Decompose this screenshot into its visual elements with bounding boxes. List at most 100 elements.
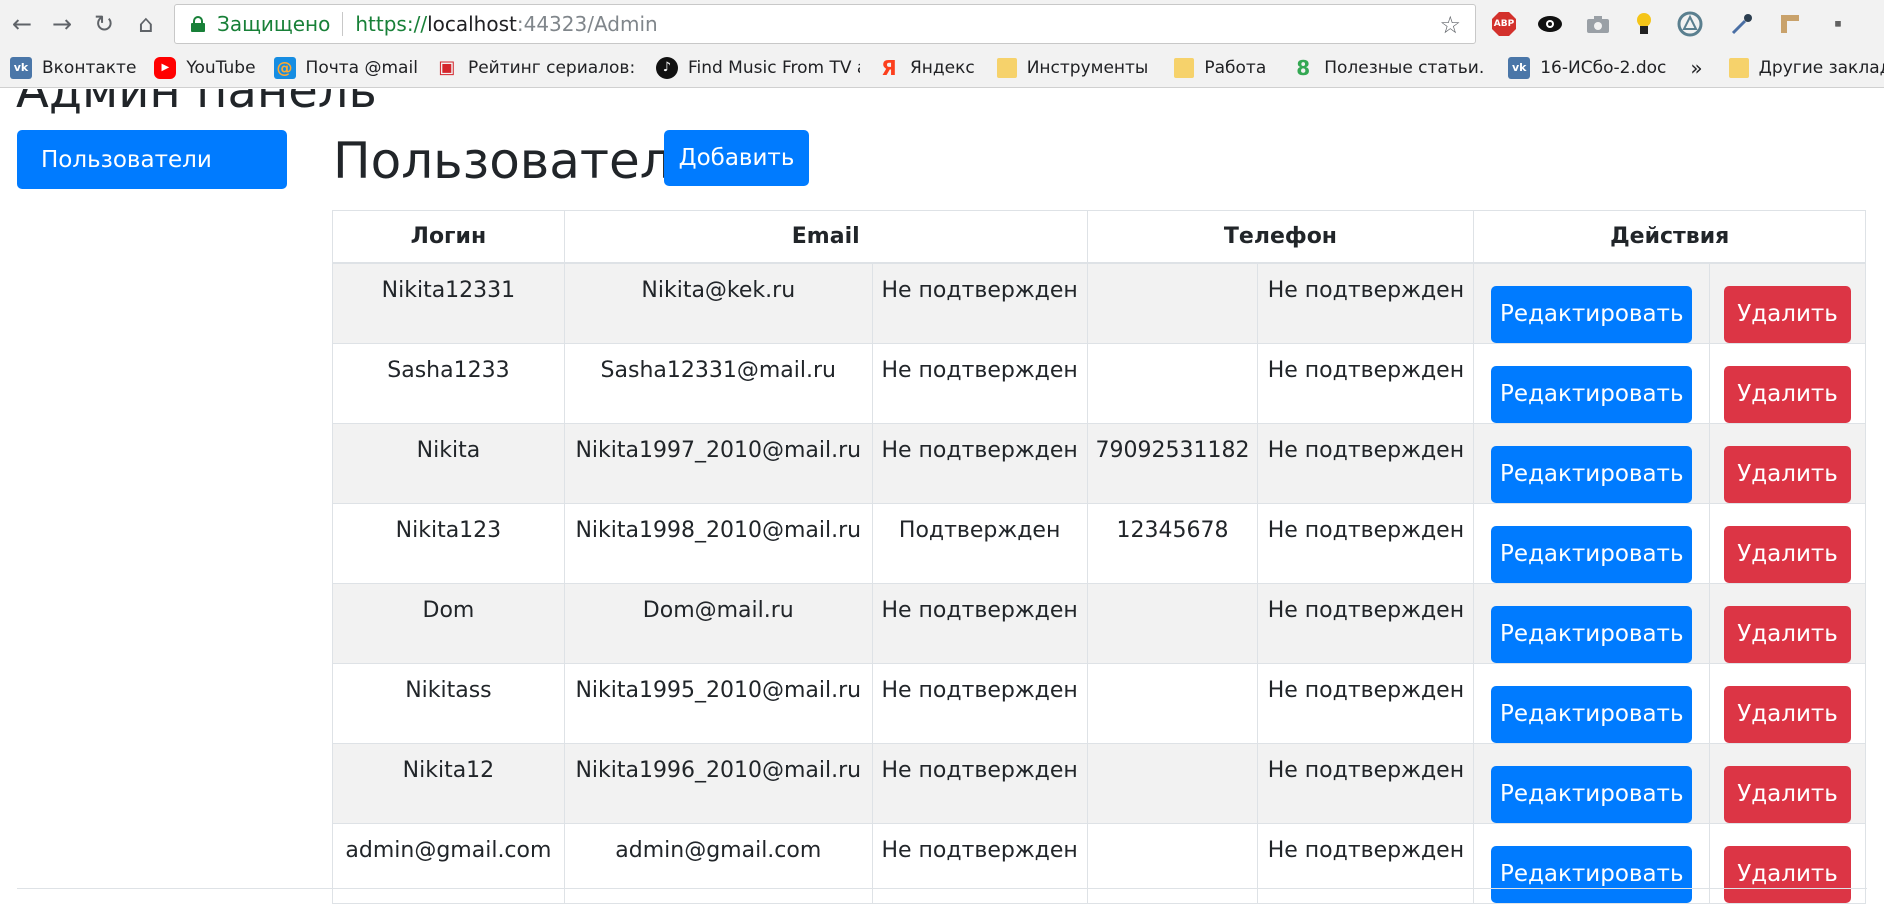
cell-email-status: Не подтвержден [871, 662, 1088, 744]
cell-phone: 79092531182 [1086, 422, 1259, 504]
edit-user-button[interactable]: Редактировать [1491, 685, 1693, 743]
eye-icon[interactable] [1536, 10, 1564, 38]
articles-icon: 8 [1296, 55, 1311, 80]
bookmark-series-rating[interactable]: ▣ Рейтинг сериалов: с [436, 57, 638, 79]
bookmark-label: Вконтакте [42, 57, 137, 78]
bookmark-label: Полезные статьи. Вс [1324, 57, 1490, 78]
folder-icon [996, 57, 1017, 78]
bookmark-folder-work[interactable]: Работа [1174, 57, 1267, 78]
delete-user-button[interactable]: Удалить [1724, 845, 1852, 903]
cell-delete-action: Удалить [1709, 342, 1866, 424]
ruler-icon[interactable] [1776, 10, 1804, 38]
cell-delete-action: Удалить [1709, 742, 1866, 824]
bookmark-articles[interactable]: 8 Полезные статьи. Вс [1292, 55, 1490, 80]
delete-user-button[interactable]: Удалить [1724, 525, 1852, 583]
url-path: :44323/Admin [516, 12, 658, 36]
edit-user-button[interactable]: Редактировать [1491, 525, 1693, 583]
cell-phone [1086, 342, 1259, 424]
header-phone: Телефон [1086, 210, 1475, 264]
delete-user-button[interactable]: Удалить [1724, 285, 1852, 343]
delete-user-button[interactable]: Удалить [1724, 445, 1852, 503]
table-row: Sasha1233 Sasha12331@mail.ru Не подтвержде… [332, 342, 1866, 424]
bookmark-label: Рейтинг сериалов: с [467, 57, 638, 78]
lock-icon [191, 16, 205, 32]
table-row: Nikitass Nikita1995_2010@mail.ru Не подтве… [332, 662, 1866, 744]
cell-email: Nikita1995_2010@mail.ru [563, 662, 873, 744]
music-icon: ♪ [655, 56, 678, 79]
home-icon[interactable]: ⌂ [132, 10, 160, 38]
edit-user-button[interactable]: Редактировать [1491, 845, 1693, 903]
omnibox-divider [342, 12, 344, 36]
cell-edit-action: Редактировать [1473, 262, 1711, 344]
edit-user-button[interactable]: Редактировать [1491, 365, 1693, 423]
url-scheme: https:// [355, 12, 428, 36]
binary-icon-glyph: ▦ [1835, 19, 1841, 29]
address-bar[interactable]: Защищено https://localhost:44323/Admin ☆ [174, 4, 1476, 44]
url-host: localhost [427, 12, 517, 36]
cell-email-status: Не подтвержден [871, 822, 1088, 904]
yandex-icon: Я [881, 55, 897, 80]
users-table: Логин Email Телефон Действия Nikita12331… [332, 210, 1866, 904]
adblock-label: ABP [1493, 19, 1515, 29]
cell-email: Nikita1996_2010@mail.ru [563, 742, 873, 824]
bookmark-find-music[interactable]: ♪ Find Music From TV a [655, 56, 860, 79]
bookmarks-bar: vk Вконтакте ▶ YouTube @ Почта @mail ▣ Р… [0, 48, 1884, 88]
bookmark-doc[interactable]: vk 16-ИСбо-2.doc [1508, 56, 1666, 79]
delete-user-button[interactable]: Удалить [1724, 605, 1852, 663]
reload-icon[interactable]: ↻ [90, 10, 118, 38]
bookmark-other[interactable]: Другие закладки [1728, 57, 1884, 78]
cell-phone-status: Не подтвержден [1257, 822, 1475, 904]
sidebar-users-button[interactable]: Пользователи [17, 130, 287, 189]
lightbulb-icon[interactable] [1630, 10, 1658, 38]
cell-edit-action: Редактировать [1473, 822, 1711, 904]
camera-icon[interactable] [1584, 10, 1612, 38]
cell-email-status: Не подтвержден [871, 262, 1088, 344]
bookmark-mail[interactable]: @ Почта @mail [273, 56, 418, 79]
cell-login: Dom [332, 582, 565, 664]
bookmark-folder-tools[interactable]: Инструменты [996, 57, 1149, 78]
back-arrow-icon[interactable]: ← [8, 10, 36, 38]
bookmark-youtube[interactable]: ▶ YouTube [154, 56, 256, 79]
folder-icon [1728, 57, 1749, 78]
secure-label: Защищено [217, 12, 331, 36]
cell-email-status: Не подтвержден [871, 422, 1088, 504]
cell-phone-status: Не подтвержден [1257, 342, 1475, 424]
delete-user-button[interactable]: Удалить [1724, 685, 1852, 743]
vk-icon: vk [1508, 56, 1531, 79]
bookmarks-overflow-button[interactable]: » [1690, 56, 1702, 80]
cell-phone-status: Не подтвержден [1257, 502, 1475, 584]
delete-user-button[interactable]: Удалить [1724, 765, 1852, 823]
vpn-icon[interactable] [1676, 10, 1704, 38]
binary-icon[interactable]: ▦ [1824, 10, 1852, 38]
tv-icon: ▣ [438, 57, 456, 78]
eyedropper-icon[interactable] [1728, 10, 1756, 38]
edit-user-button[interactable]: Редактировать [1491, 445, 1693, 503]
cell-email: admin@gmail.com [563, 822, 873, 904]
cell-edit-action: Редактировать [1473, 342, 1711, 424]
page-content: Админ панель Пользователи Пользователи Д… [0, 89, 1884, 917]
cell-email-status: Не подтвержден [871, 742, 1088, 824]
bookmark-label: Инструменты [1026, 57, 1149, 78]
forward-arrow-icon[interactable]: → [48, 10, 76, 38]
folder-icon [1174, 57, 1195, 78]
adblock-icon[interactable]: ABP [1490, 10, 1518, 38]
edit-user-button[interactable]: Редактировать [1491, 765, 1693, 823]
browser-toolbar: ← → ↻ ⌂ Защищено https://localhost:44323… [0, 0, 1884, 48]
bookmark-star-icon[interactable]: ☆ [1439, 11, 1461, 39]
delete-user-button[interactable]: Удалить [1724, 365, 1852, 423]
bookmark-label: Яндекс [909, 57, 975, 78]
edit-user-button[interactable]: Редактировать [1491, 285, 1693, 343]
cell-email-status: Подтвержден [871, 502, 1088, 584]
bookmark-label: Работа [1204, 57, 1267, 78]
bookmarks-more-label: » [1690, 55, 1703, 80]
edit-user-button[interactable]: Редактировать [1491, 605, 1693, 663]
cell-phone-status: Не подтвержден [1257, 742, 1475, 824]
cell-login: Nikita12 [332, 742, 565, 824]
bookmark-vkontakte[interactable]: vk Вконтакте [10, 56, 137, 79]
cell-delete-action: Удалить [1709, 502, 1866, 584]
cell-email: Nikita1997_2010@mail.ru [563, 422, 873, 504]
bookmark-yandex[interactable]: Я Яндекс [878, 55, 975, 80]
add-user-button[interactable]: Добавить [664, 130, 809, 186]
cell-edit-action: Редактировать [1473, 742, 1711, 824]
cell-phone: 12345678 [1086, 502, 1259, 584]
